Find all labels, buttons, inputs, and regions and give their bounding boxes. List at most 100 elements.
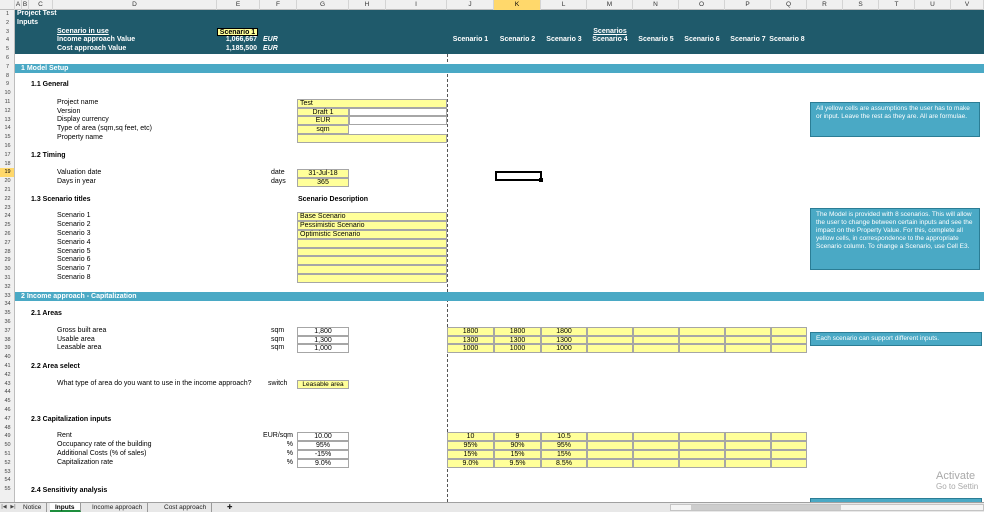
row-header[interactable]: 8: [0, 72, 14, 81]
row-header[interactable]: 6: [0, 54, 14, 63]
note-scenarios[interactable]: The Model is provided with 8 scenarios. …: [810, 208, 980, 270]
scenario-input[interactable]: [633, 432, 679, 442]
row-header[interactable]: 1: [0, 10, 14, 19]
row-header[interactable]: 55: [0, 485, 14, 494]
note-yellow-cells[interactable]: All yellow cells are assumptions the use…: [810, 102, 980, 137]
scenario-input[interactable]: [633, 344, 679, 354]
scenario-input[interactable]: [679, 335, 725, 345]
version-input[interactable]: Draft 1: [297, 107, 349, 117]
tab-income-approach[interactable]: Income approach: [87, 503, 149, 512]
row-header[interactable]: 51: [0, 450, 14, 459]
row-header[interactable]: 44: [0, 388, 14, 397]
tab-inputs[interactable]: Inputs: [50, 503, 81, 512]
scenario-input[interactable]: [633, 441, 679, 450]
row-header[interactable]: 38: [0, 336, 14, 345]
row-header[interactable]: 31: [0, 274, 14, 283]
row-header[interactable]: 25: [0, 221, 14, 230]
scenario-input[interactable]: 9.0%: [447, 458, 494, 468]
row-header[interactable]: 32: [0, 283, 14, 292]
row-header[interactable]: 4: [0, 36, 14, 45]
column-header-c[interactable]: C: [29, 0, 53, 10]
column-header-v[interactable]: V: [951, 0, 984, 10]
row-header[interactable]: 45: [0, 397, 14, 406]
row-header[interactable]: 37: [0, 327, 14, 336]
row-header[interactable]: 24: [0, 212, 14, 221]
row-header[interactable]: 26: [0, 230, 14, 239]
scenario-input[interactable]: 9.5%: [494, 458, 541, 468]
worksheet-grid[interactable]: Project Test Inputs Scenario in use Scen…: [15, 10, 984, 502]
row-header[interactable]: 30: [0, 265, 14, 274]
days-in-year-input[interactable]: 365: [297, 178, 349, 187]
row-header[interactable]: 39: [0, 344, 14, 353]
row-header[interactable]: 54: [0, 476, 14, 485]
scenario-input[interactable]: [725, 335, 771, 345]
scenario-input[interactable]: 1300: [494, 335, 541, 345]
scenario-in-use-selector[interactable]: Scenario 1: [217, 27, 258, 37]
row-header[interactable]: 22: [0, 195, 14, 204]
scenario-input[interactable]: [725, 326, 771, 336]
scenario-input[interactable]: [771, 450, 807, 459]
scenario-input[interactable]: [679, 432, 725, 442]
row-header[interactable]: 43: [0, 380, 14, 389]
scenario-description-input[interactable]: Optimistic Scenario: [297, 230, 447, 239]
row-header[interactable]: 14: [0, 124, 14, 133]
row-header[interactable]: 12: [0, 107, 14, 116]
scenario-input[interactable]: 95%: [541, 441, 587, 450]
area-select-input[interactable]: Leasable area: [297, 380, 349, 390]
horizontal-scroll-thumb[interactable]: [691, 505, 841, 510]
scenario-input[interactable]: [771, 326, 807, 336]
scenario-description-input[interactable]: Base Scenario: [297, 212, 447, 222]
column-header-l[interactable]: L: [541, 0, 587, 10]
scenario-input[interactable]: [725, 344, 771, 354]
scenario-input[interactable]: 8.5%: [541, 458, 587, 468]
row-header[interactable]: 23: [0, 204, 14, 213]
scenario-description-input[interactable]: [297, 247, 447, 257]
scenario-input[interactable]: [771, 458, 807, 468]
row-header[interactable]: 27: [0, 239, 14, 248]
scenario-description-input[interactable]: [297, 256, 447, 266]
scenario-description-input[interactable]: Pessimistic Scenario: [297, 221, 447, 230]
column-header-e[interactable]: E: [217, 0, 260, 10]
scenario-input[interactable]: [587, 458, 633, 468]
area-type-input[interactable]: sqm: [297, 125, 349, 134]
row-header[interactable]: 50: [0, 441, 14, 450]
scenario-input[interactable]: [633, 335, 679, 345]
scenario-input[interactable]: [587, 432, 633, 442]
scenario-input[interactable]: 1000: [494, 344, 541, 354]
row-header[interactable]: 41: [0, 362, 14, 371]
column-header-k[interactable]: K: [494, 0, 541, 10]
scenario-input[interactable]: 15%: [447, 450, 494, 459]
scenario-input[interactable]: [587, 335, 633, 345]
row-header[interactable]: 34: [0, 300, 14, 309]
project-name-input[interactable]: Test: [297, 98, 447, 108]
new-sheet-icon[interactable]: ✚: [222, 503, 239, 512]
row-header[interactable]: 5: [0, 45, 14, 54]
row-header[interactable]: 53: [0, 468, 14, 477]
column-header-m[interactable]: M: [587, 0, 633, 10]
horizontal-scrollbar[interactable]: [670, 504, 984, 511]
property-name-input[interactable]: [297, 134, 447, 143]
column-header-s[interactable]: S: [843, 0, 879, 10]
row-header[interactable]: 42: [0, 371, 14, 380]
column-header-d[interactable]: D: [53, 0, 217, 10]
column-header-g[interactable]: G: [297, 0, 349, 10]
row-header[interactable]: 29: [0, 256, 14, 265]
tab-notice[interactable]: Notice: [18, 503, 48, 512]
row-header[interactable]: 28: [0, 248, 14, 257]
scenario-input[interactable]: [725, 450, 771, 459]
scenario-input[interactable]: 15%: [494, 450, 541, 459]
row-header[interactable]: 20: [0, 177, 14, 186]
column-header-q[interactable]: Q: [771, 0, 807, 10]
column-header-r[interactable]: R: [807, 0, 843, 10]
scenario-input[interactable]: [587, 326, 633, 336]
scenario-input[interactable]: [587, 441, 633, 450]
scenario-input[interactable]: [771, 432, 807, 442]
selected-cell[interactable]: [495, 171, 543, 182]
scenario-input[interactable]: 1300: [541, 335, 587, 345]
scenario-input[interactable]: 1000: [541, 344, 587, 354]
scenario-input[interactable]: [771, 441, 807, 450]
row-header[interactable]: 48: [0, 424, 14, 433]
column-header-f[interactable]: F: [260, 0, 297, 10]
column-header-b[interactable]: B: [22, 0, 29, 10]
scenario-input[interactable]: [771, 344, 807, 354]
